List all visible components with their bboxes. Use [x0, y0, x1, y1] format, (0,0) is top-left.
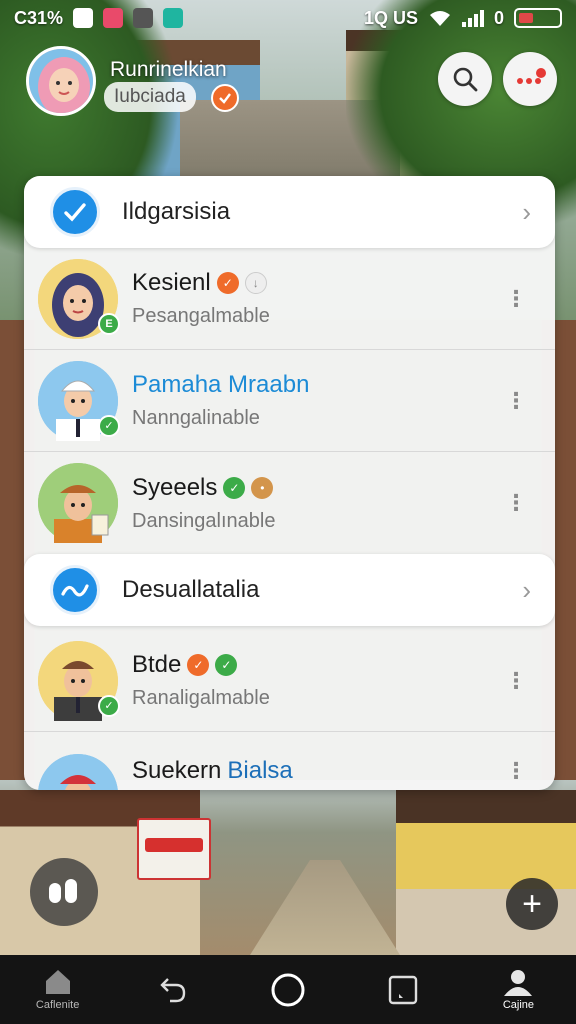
verified-icon: ✓	[98, 414, 120, 437]
contact-row[interactable]: E Kesienl ✓ ↓ Pesangalmable ⋮	[24, 248, 555, 350]
notification-icon	[103, 8, 124, 28]
nav-item-home-circle[interactable]	[230, 955, 345, 1024]
notification-icon	[133, 8, 154, 28]
add-button[interactable]: +	[506, 878, 558, 930]
signal-icon	[461, 9, 484, 27]
contact-name-highlight: Bialsa	[227, 757, 293, 784]
contact-avatar[interactable]	[38, 463, 118, 543]
contact-avatar[interactable]: ✓	[38, 640, 120, 721]
verified-icon: E	[98, 312, 120, 335]
check-icon	[64, 203, 86, 222]
back-icon	[160, 977, 185, 1002]
wifi-icon	[429, 11, 450, 26]
header-title: Runrinelkian	[110, 58, 227, 81]
chat-dots-icon	[517, 68, 546, 84]
home-circle-icon	[271, 973, 305, 1006]
recents-icon	[389, 975, 418, 1004]
more-vert-icon[interactable]: ⋮	[505, 669, 527, 692]
status-right-text: 1Q US	[363, 7, 418, 28]
contact-name: Btde	[132, 651, 182, 678]
nav-label: Caflenite	[35, 999, 80, 1011]
nav-label: Cajine	[502, 999, 534, 1011]
section-header-verified[interactable]: Ildgarsisia ›	[24, 176, 555, 248]
profile-icon	[504, 970, 533, 996]
verified-badge-icon: ✓	[215, 654, 238, 676]
search-icon	[453, 67, 478, 92]
contact-row[interactable]: Suekern Bialsa ⋮	[24, 732, 555, 790]
section-badge	[50, 565, 100, 615]
profile-avatar[interactable]	[26, 46, 96, 116]
contact-name: Pamaha Mraabn	[132, 371, 310, 398]
contact-name: Kesienl	[132, 269, 211, 296]
check-icon	[219, 93, 231, 104]
battery-text: 0	[493, 7, 504, 28]
nav-item-recents[interactable]	[346, 955, 461, 1024]
header-subtitle[interactable]: Iubciada	[104, 82, 196, 112]
contacts-card: Ildgarsisia › E Kesienl ✓ ↓ Pesangalmabl…	[24, 176, 555, 790]
section-label: Desuallatalia	[122, 576, 260, 603]
nav-item-profile[interactable]: Cajine	[461, 955, 576, 1024]
contact-avatar[interactable]	[38, 754, 118, 790]
wallpaper-house	[396, 790, 576, 955]
verified-icon: ✓	[98, 694, 120, 717]
contact-row[interactable]: Syeeels ✓ • Dansingalınable ⋮	[24, 452, 555, 554]
flame-badge-icon: ✓	[216, 272, 239, 294]
contact-row[interactable]: ✓ Pamaha Mraabn Nanngalinable ⋮	[24, 350, 555, 452]
contact-name: Syeeels	[132, 473, 218, 501]
nav-item-back[interactable]	[115, 955, 230, 1024]
more-vert-icon[interactable]: ⋮	[505, 492, 527, 514]
notification-icon	[73, 8, 94, 28]
contact-subtitle: Dansingalınable	[132, 509, 276, 532]
pin-badge-icon: ↓	[244, 272, 267, 294]
section-header-default[interactable]: Desuallatalia ›	[24, 554, 555, 626]
more-options-button[interactable]	[503, 52, 557, 106]
wallpaper-shop-sign	[137, 818, 211, 880]
wave-icon	[61, 584, 89, 597]
contact-subtitle: Pesangalmable	[132, 305, 270, 327]
home-icon	[45, 970, 70, 994]
contact-subtitle: Nanngalinable	[132, 407, 260, 429]
status-left-text: C31%	[14, 7, 64, 28]
contact-avatar[interactable]: ✓	[38, 360, 120, 441]
more-vert-icon[interactable]: ⋮	[505, 389, 527, 412]
nav-item-home[interactable]: Caflenite	[0, 955, 115, 1024]
status-badge	[211, 84, 239, 112]
chat-bubbles-icon	[49, 879, 77, 903]
cookie-badge-icon: •	[251, 476, 274, 499]
section-label: Ildgarsisia	[122, 198, 231, 225]
avatar-man-hat-icon	[38, 463, 118, 543]
search-button[interactable]	[438, 52, 492, 106]
contact-name: Suekern	[132, 757, 222, 784]
notification-icon	[163, 8, 184, 28]
chevron-right-icon: ›	[522, 196, 531, 227]
section-badge	[50, 187, 100, 237]
contact-row[interactable]: ✓ Btde ✓ ✓ Ranaligalmable ⋮	[24, 630, 555, 732]
contact-avatar[interactable]: E	[38, 258, 120, 339]
avatar-man-cap-icon	[38, 754, 118, 790]
bottom-navigation: Caflenite Cajine	[0, 955, 576, 1024]
status-bar: C31% 1Q US 0	[0, 0, 576, 36]
contact-subtitle: Ranaligalmable	[132, 687, 270, 709]
floating-action-button[interactable]	[30, 858, 98, 926]
more-vert-icon[interactable]: ⋮	[505, 287, 527, 310]
flame-badge-icon: ✓	[187, 654, 210, 676]
verified-badge-icon: ✓	[223, 476, 246, 499]
more-vert-icon[interactable]: ⋮	[505, 760, 527, 782]
plus-icon: +	[522, 884, 542, 923]
chevron-right-icon: ›	[522, 574, 531, 605]
battery-icon	[514, 8, 562, 28]
